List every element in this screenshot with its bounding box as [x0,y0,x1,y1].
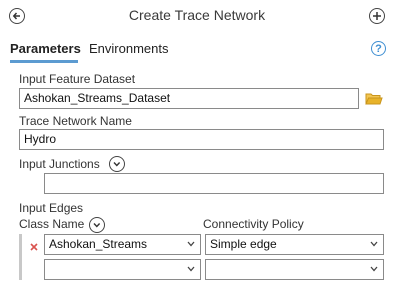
chevron-down-icon [93,223,101,228]
chevron-down-icon [113,162,121,167]
connectivity-policy-column-header: Connectivity Policy [203,217,304,231]
input-feature-dataset-label: Input Feature Dataset [19,72,136,86]
browse-button[interactable] [365,91,383,106]
plus-icon [373,12,381,20]
class-name-column-header: Class Name [19,217,85,231]
chevron-down-icon [370,241,378,247]
remove-row-button[interactable] [29,239,39,251]
tab-active-indicator [10,60,78,63]
input-junctions-expand-button[interactable] [109,156,125,172]
tab-environments[interactable]: Environments [89,41,168,56]
tab-parameters[interactable]: Parameters [10,41,81,56]
connectivity-policy-dropdown[interactable]: Simple edge [205,234,384,255]
help-icon[interactable]: ? [371,41,386,56]
class-name-value: Ashokan_Streams [49,237,148,251]
input-junctions-field[interactable] [44,173,384,194]
input-junctions-label: Input Junctions [19,157,100,171]
page-title: Create Trace Network [128,7,266,23]
class-name-dropdown-empty[interactable] [44,259,201,280]
input-feature-dataset-field[interactable]: Ashokan_Streams_Dataset [19,88,359,109]
chevron-down-icon [370,266,378,272]
chevron-down-icon [187,266,195,272]
class-name-expand-button[interactable] [89,217,105,233]
class-name-dropdown[interactable]: Ashokan_Streams [44,234,201,255]
folder-icon [365,93,383,105]
input-edges-label: Input Edges [19,201,84,215]
close-icon [30,243,38,251]
connectivity-policy-value: Simple edge [210,237,277,251]
add-button[interactable] [369,8,385,24]
trace-network-name-field[interactable]: Hydro [19,129,384,150]
chevron-down-icon [187,241,195,247]
trace-network-name-label: Trace Network Name [19,114,132,128]
row-indicator-bar [19,234,22,280]
connectivity-policy-dropdown-empty[interactable] [205,259,384,280]
